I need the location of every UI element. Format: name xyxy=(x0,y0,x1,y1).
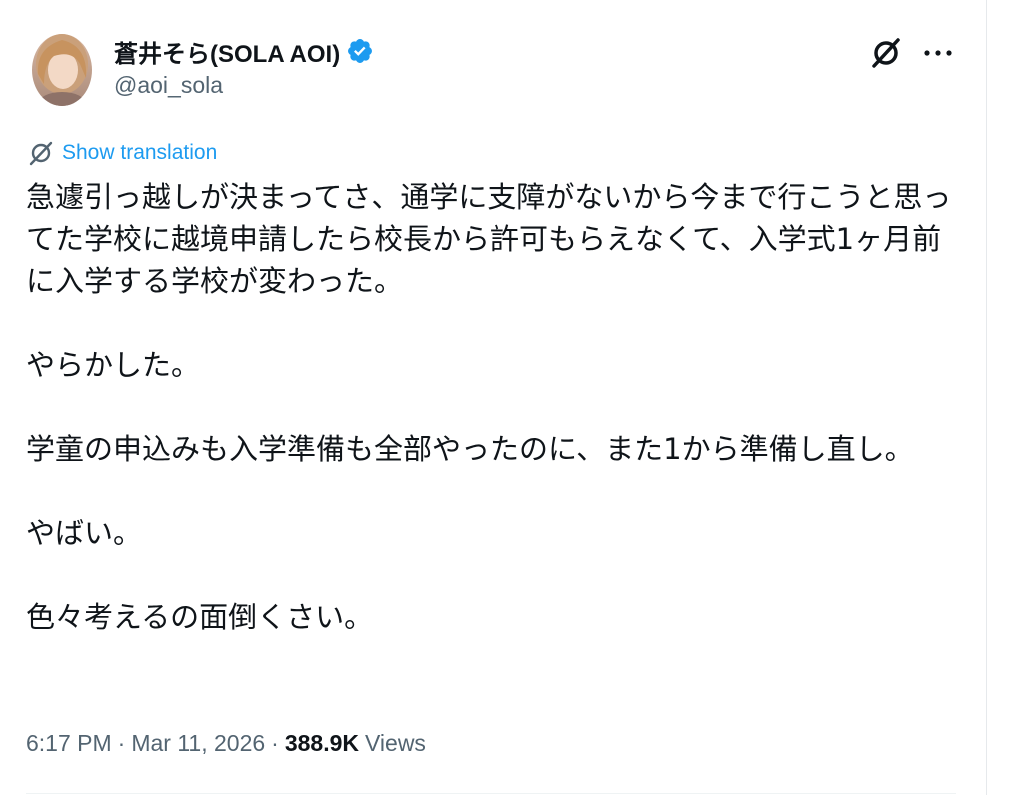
meta-separator: · xyxy=(271,729,279,756)
grok-icon xyxy=(872,38,900,68)
paragraph-spacer xyxy=(26,470,956,512)
more-icon xyxy=(924,50,952,56)
verified-badge-icon xyxy=(348,39,373,63)
paragraph-spacer xyxy=(26,302,956,344)
tweet-paragraph: やばい。 xyxy=(26,516,143,550)
grok-button[interactable] xyxy=(866,33,906,73)
more-options-button[interactable] xyxy=(918,33,958,73)
tweet-paragraph: 急遽引っ越しが決まってさ、通学に支障がないから今まで行こうと思ってた学校に越境申… xyxy=(26,180,952,298)
post-date[interactable]: Mar 11, 2026 xyxy=(131,730,265,757)
paragraph-spacer xyxy=(26,554,956,596)
show-translation-link[interactable]: Show translation xyxy=(28,138,217,168)
meta-separator: · xyxy=(117,729,126,756)
avatar[interactable] xyxy=(32,34,92,106)
translate-icon xyxy=(29,141,53,166)
display-name: 蒼井そら(SOLA AOI) xyxy=(114,40,341,68)
display-name-row[interactable]: 蒼井そら(SOLA AOI) xyxy=(114,33,374,69)
post-time[interactable]: 6:17 PM xyxy=(26,730,112,757)
tweet-paragraph: 色々考えるの面倒くさい。 xyxy=(26,600,374,634)
author-handle[interactable]: @aoi_sola xyxy=(114,72,223,99)
views-count: 388.9K xyxy=(284,729,359,756)
tweet-paragraph: 学童の申込みも入学準備も全部やったのに、また1から準備し直し。 xyxy=(26,432,914,466)
tweet-paragraph: やらかした。 xyxy=(26,348,201,382)
paragraph-spacer xyxy=(26,386,956,428)
tweet-text: 急遽引っ越しが決まってさ、通学に支障がないから今まで行こうと思ってた学校に越境申… xyxy=(26,176,956,638)
show-translation-label: Show translation xyxy=(62,141,218,164)
column-border xyxy=(986,0,987,795)
tweet-card: 蒼井そら(SOLA AOI) @aoi_sola Show translatio… xyxy=(0,0,986,795)
tweet-meta: 6:17 PM · Mar 11, 2026 · 388.9K Views xyxy=(26,726,426,760)
divider xyxy=(26,793,956,794)
views-label: Views xyxy=(365,729,426,756)
